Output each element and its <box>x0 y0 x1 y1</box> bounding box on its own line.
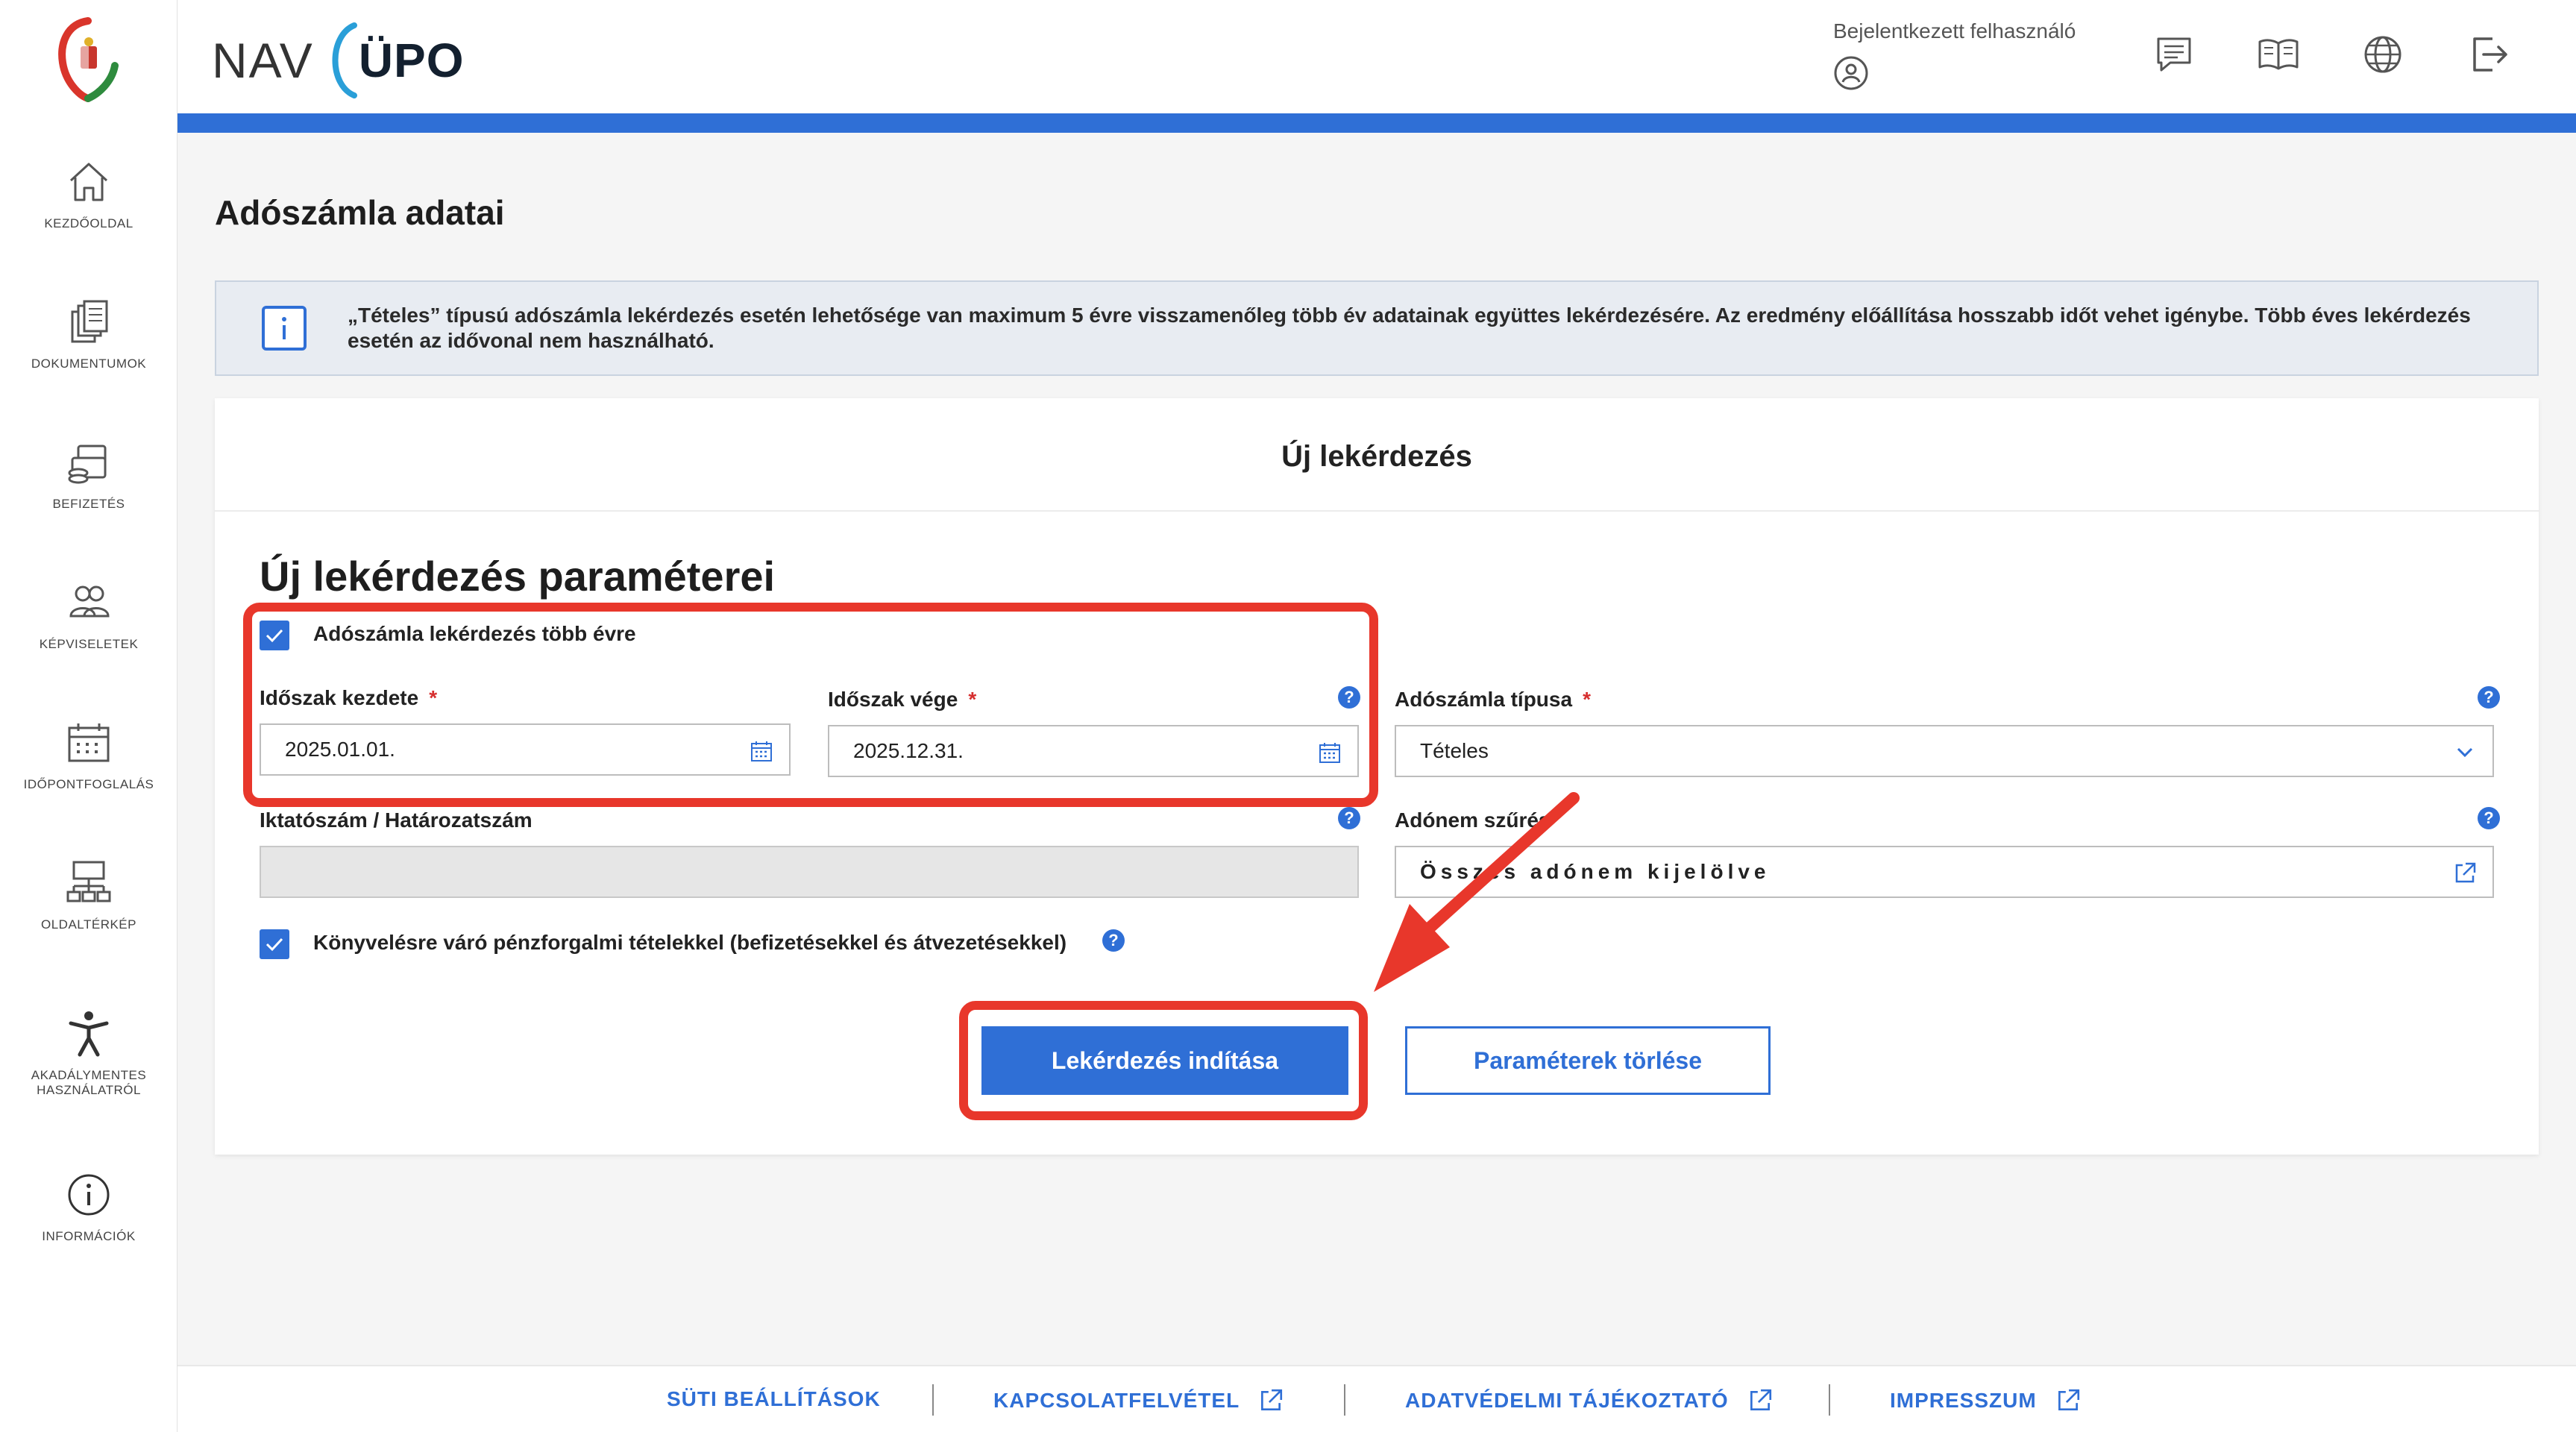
footer-link-privacy[interactable]: ADATVÉDELMI TÁJÉKOZTATÓ <box>1405 1387 1774 1414</box>
period-end-value: 2025.12.31. <box>853 739 964 762</box>
sidebar-item-label: OLDALTÉRKÉP <box>40 917 136 932</box>
user-avatar-icon <box>1834 56 1868 90</box>
period-start-label: Időszak kezdete * <box>260 686 438 709</box>
sidebar-item-home[interactable]: KEZDŐOLDAL <box>0 155 178 231</box>
required-mark: * <box>968 688 977 711</box>
sidebar-item-information[interactable]: INFORMÁCIÓK <box>0 1168 178 1244</box>
logout-icon[interactable] <box>2466 31 2512 78</box>
reference-number-label: Iktatószám / Határozatszám <box>260 808 533 832</box>
pending-items-checkbox[interactable] <box>260 929 289 959</box>
help-icon[interactable]: ? <box>1102 929 1125 952</box>
sidebar-item-payment[interactable]: BEFIZETÉS <box>0 436 178 512</box>
messages-icon[interactable] <box>2151 31 2197 78</box>
manual-book-icon[interactable] <box>2255 31 2302 78</box>
sidebar-item-label: DOKUMENTUMOK <box>31 357 147 371</box>
pending-items-label: Könyvelésre váró pénzforgalmi tételekkel… <box>313 931 1067 954</box>
accessibility-icon <box>69 1011 109 1057</box>
header-accent-bar <box>178 113 2576 133</box>
sidebar-item-label: INFORMÁCIÓK <box>42 1229 136 1243</box>
info-icon <box>68 1174 110 1216</box>
section-title: Új lekérdezés paraméterei <box>260 553 776 600</box>
reference-number-input[interactable] <box>260 846 1359 898</box>
info-notice-text: „Tételes” típusú adószámla lekérdezés es… <box>348 304 2471 352</box>
hungary-coat-of-arms-logo[interactable] <box>52 13 124 103</box>
calendar-icon[interactable] <box>749 738 774 764</box>
sidebar-item-label: KEZDŐOLDAL <box>44 216 133 230</box>
required-mark: * <box>1583 688 1591 711</box>
chevron-down-icon <box>2457 747 2473 758</box>
checkmark-icon <box>266 629 283 643</box>
home-icon <box>69 163 108 201</box>
tax-filter-input[interactable]: Összes adónem kijelölve <box>1395 846 2494 898</box>
calendar-icon <box>68 723 110 762</box>
footer-separator <box>1829 1384 1830 1416</box>
sidebar-item-label: KÉPVISELETEK <box>39 637 139 651</box>
sidebar-item-representation[interactable]: KÉPVISELETEK <box>0 576 178 652</box>
sidebar-item-label: AKADÁLYMENTES HASZNÁLATRÓL <box>31 1068 147 1097</box>
tax-filter-label: Adónem szűrés <box>1395 808 1551 832</box>
sidebar-item-label: IDŐPONTFOGLALÁS <box>23 777 154 791</box>
period-start-value: 2025.01.01. <box>285 738 395 761</box>
help-icon[interactable]: ? <box>2478 807 2500 829</box>
help-icon[interactable]: ? <box>2478 686 2500 709</box>
external-link-icon[interactable] <box>2452 861 2478 886</box>
help-icon[interactable]: ? <box>1338 807 1360 829</box>
logged-in-user-label: Bejelentkezett felhasználó <box>1833 19 2076 43</box>
multi-year-checkbox[interactable] <box>260 621 289 650</box>
footer-link-contact[interactable]: KAPCSOLATFELVÉTEL <box>993 1387 1284 1414</box>
checkmark-icon <box>266 938 283 952</box>
sidebar-item-sitemap[interactable]: OLDALTÉRKÉP <box>0 856 178 932</box>
footer-link-imprint[interactable]: IMPRESSZUM <box>1890 1387 2082 1414</box>
brand-upo-text: ÜPO <box>358 34 465 87</box>
page-title: Adószámla adatai <box>215 193 505 232</box>
top-header: NAV ÜPO Bejelentkezett felhasználó <box>178 0 2576 113</box>
representation-icon <box>69 585 110 618</box>
query-card: Új lekérdezés Új lekérdezés paraméterei … <box>215 398 2539 1155</box>
nav-upo-logo[interactable]: NAV ÜPO <box>212 22 465 98</box>
start-query-button[interactable]: Lekérdezés indítása <box>981 1026 1348 1095</box>
footer-separator <box>1344 1384 1345 1416</box>
external-link-icon <box>1750 1389 1771 1410</box>
card-title: Új lekérdezés <box>1281 440 1472 473</box>
documents-icon <box>71 300 108 343</box>
external-link-icon <box>1261 1389 1283 1410</box>
logged-in-user[interactable]: Bejelentkezett felhasználó <box>1833 19 2076 95</box>
footer-link-cookie-settings[interactable]: SÜTI BEÁLLÍTÁSOK <box>667 1387 881 1411</box>
help-icon[interactable]: ? <box>1338 686 1360 709</box>
payment-icon <box>68 445 107 484</box>
brand-arc-icon <box>332 22 357 98</box>
required-mark: * <box>429 686 438 709</box>
footer-separator <box>932 1384 934 1416</box>
period-start-input[interactable]: 2025.01.01. <box>260 723 791 776</box>
info-notice: „Tételes” típusú adószámla lekérdezés es… <box>215 280 2539 376</box>
calendar-icon[interactable] <box>1317 740 1342 765</box>
period-end-label: Időszak vége * <box>828 688 977 711</box>
sidebar: KEZDŐOLDAL DOKUMENTUMOK BEFIZETÉS KÉPVIS… <box>0 0 178 1432</box>
footer: SÜTI BEÁLLÍTÁSOK KAPCSOLATFELVÉTEL ADATV… <box>178 1365 2576 1432</box>
external-link-icon <box>2058 1389 2079 1410</box>
sidebar-item-label: BEFIZETÉS <box>52 497 125 511</box>
clear-parameters-button[interactable]: Paraméterek törlése <box>1405 1026 1771 1095</box>
account-type-label: Adószámla típusa * <box>1395 688 1591 711</box>
tax-filter-value: Összes adónem kijelölve <box>1420 860 1771 883</box>
multi-year-label: Adószámla lekérdezés több évre <box>313 622 636 645</box>
sidebar-item-accessibility[interactable]: AKADÁLYMENTES HASZNÁLATRÓL <box>0 1007 178 1098</box>
sitemap-icon <box>66 861 111 902</box>
divider <box>215 510 2539 512</box>
account-type-select[interactable]: Tételes <box>1395 725 2494 777</box>
sidebar-item-appointment[interactable]: IDŐPONTFOGLALÁS <box>0 716 178 792</box>
sidebar-item-documents[interactable]: DOKUMENTUMOK <box>0 295 178 371</box>
info-square-icon <box>262 306 307 351</box>
period-end-input[interactable]: 2025.12.31. <box>828 725 1359 777</box>
account-type-value: Tételes <box>1420 739 1489 762</box>
language-globe-icon[interactable] <box>2360 31 2406 78</box>
brand-nav-text: NAV <box>212 33 314 88</box>
